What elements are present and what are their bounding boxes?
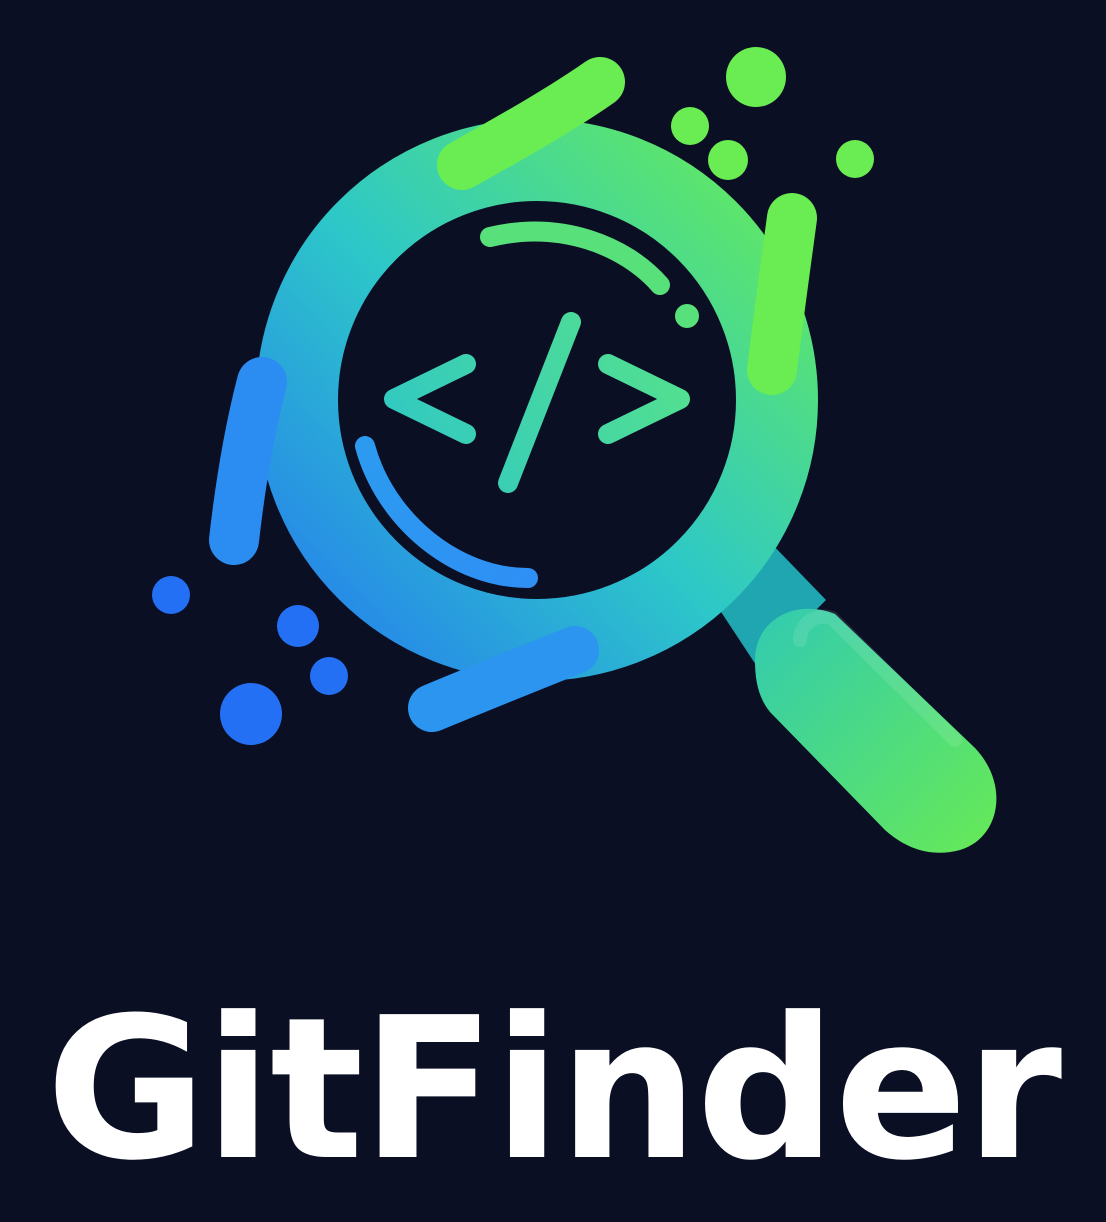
blue-dots [152,576,348,745]
code-brackets-icon [384,312,690,493]
logo-canvas: GitFinder [0,0,1106,1222]
inner-arc-top [480,221,670,295]
green-dots [671,47,874,180]
brand-wordmark: GitFinder [45,976,1062,1204]
lens-dot [675,304,699,328]
magnifier-code-icon [152,47,997,853]
magnifier-handle [755,608,997,853]
